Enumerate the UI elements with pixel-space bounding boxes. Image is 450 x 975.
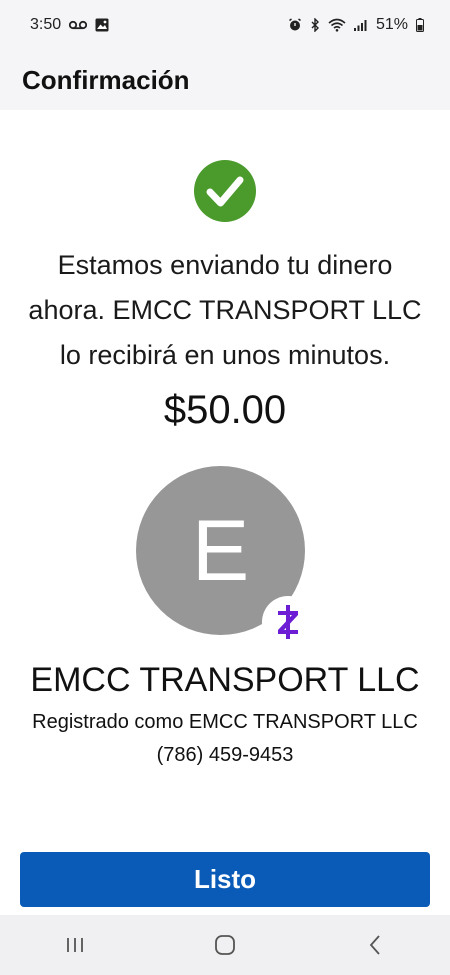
signal-icon [353, 19, 368, 31]
gallery-icon [95, 18, 109, 32]
zelle-icon [262, 596, 314, 648]
wifi-icon [328, 18, 346, 32]
page-title: Confirmación [22, 64, 190, 95]
battery-icon [416, 18, 424, 32]
recipient-phone: (786) 459-9453 [156, 744, 294, 766]
system-nav-bar [0, 915, 450, 975]
recipient-name: EMCC TRANSPORT LLC [30, 661, 420, 699]
voicemail-icon [69, 20, 88, 30]
status-left: 3:50 [30, 16, 109, 34]
confirmation-message: Estamos enviando tu dinero ahora. EMCC T… [28, 250, 422, 370]
battery-percent: 51% [375, 16, 408, 33]
done-button[interactable]: Listo [20, 852, 430, 907]
alarm-icon [288, 18, 302, 32]
status-right: 51% [288, 16, 424, 34]
recent-apps-icon[interactable] [45, 925, 105, 965]
home-icon[interactable] [195, 925, 255, 965]
avatar-initial: E [191, 502, 250, 599]
app-header: Confirmación [0, 50, 450, 110]
status-bar: 3:50 51% [0, 0, 450, 50]
success-check-icon [194, 160, 256, 222]
status-time: 3:50 [30, 16, 62, 33]
back-icon[interactable] [345, 925, 405, 965]
amount: $50.00 [163, 388, 287, 432]
bluetooth-icon [310, 18, 320, 32]
registered-as: Registrado como EMCC TRANSPORT LLC [32, 711, 418, 733]
